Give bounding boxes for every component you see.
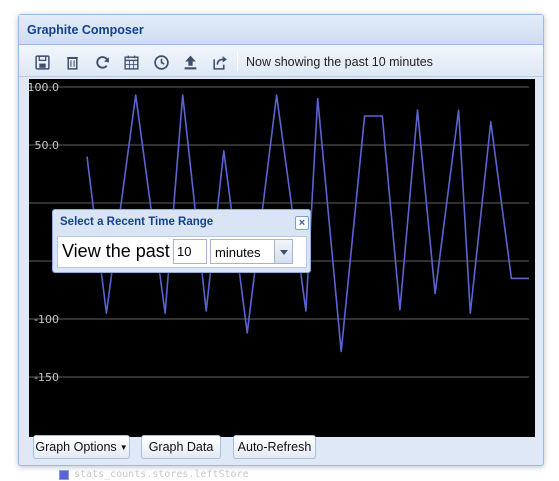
graph-options-label: Graph Options (35, 440, 117, 454)
quantity-input[interactable] (173, 239, 207, 264)
dialog-body: View the past minutes (57, 236, 307, 268)
y-tick-label: 100.0 (29, 81, 59, 94)
legend-label: stats_counts.stores.leftStore (74, 469, 249, 480)
legend-swatch (59, 469, 69, 480)
toolbar-separator (237, 51, 238, 71)
share-icon[interactable] (208, 51, 230, 73)
y-tick-label: -150 (34, 371, 59, 384)
refresh-icon[interactable] (91, 51, 113, 73)
close-icon[interactable]: × (295, 216, 309, 230)
panel-header: Graphite Composer (19, 15, 543, 45)
calendar-icon[interactable] (120, 51, 142, 73)
y-tick-label: -100 (34, 313, 59, 326)
auto-refresh-button[interactable]: Auto-Refresh (233, 435, 316, 459)
dialog-title: Select a Recent Time Range (60, 216, 214, 228)
chevron-down-icon[interactable] (274, 240, 292, 263)
trash-icon[interactable] (61, 51, 83, 73)
auto-refresh-label: Auto-Refresh (237, 440, 312, 454)
time-range-status: Now showing the past 10 minutes (246, 55, 433, 69)
save-icon[interactable] (31, 51, 53, 73)
graph-data-button[interactable]: Graph Data (141, 435, 221, 459)
clock-icon[interactable] (150, 51, 172, 73)
graph-data-label: Graph Data (148, 440, 214, 454)
y-tick-label: 50.0 (35, 139, 60, 152)
bottom-toolbar: Graph Options ▼ Graph Data Auto-Refresh (19, 435, 543, 467)
chevron-down-icon: ▼ (119, 442, 128, 452)
upload-icon[interactable] (179, 51, 201, 73)
recent-time-range-dialog: Select a Recent Time Range × View the pa… (52, 209, 311, 273)
graph-options-button[interactable]: Graph Options ▼ (33, 435, 130, 459)
toolbar: Now showing the past 10 minutes (19, 45, 543, 77)
panel-title: Graphite Composer (27, 23, 144, 37)
legend: stats_counts.stores.leftStore (59, 469, 249, 480)
unit-select[interactable]: minutes (210, 239, 293, 264)
unit-select-value: minutes (215, 245, 261, 260)
view-the-past-label: View the past (62, 241, 170, 261)
